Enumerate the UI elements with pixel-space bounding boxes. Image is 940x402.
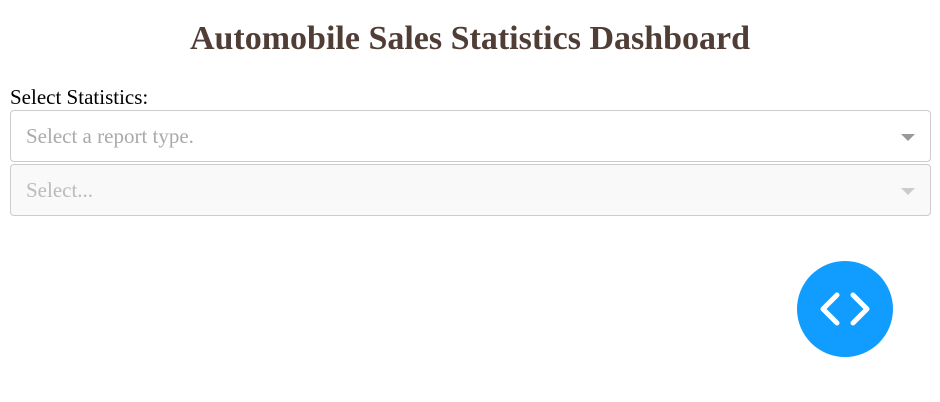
- devtools-toggle-button[interactable]: [797, 261, 893, 357]
- chevron-down-icon[interactable]: [901, 134, 915, 141]
- chevron-down-icon[interactable]: [901, 188, 915, 195]
- report-type-placeholder: Select a report type.: [26, 124, 194, 148]
- select-statistics-label: Select Statistics:: [10, 85, 149, 109]
- code-brackets-icon: [820, 292, 870, 326]
- year-dropdown[interactable]: Select...: [10, 164, 931, 216]
- dashboard-page: Automobile Sales Statistics Dashboard Se…: [0, 0, 940, 402]
- page-title: Automobile Sales Statistics Dashboard: [189, 20, 751, 57]
- report-type-dropdown[interactable]: Select a report type.: [10, 110, 931, 162]
- year-placeholder: Select...: [26, 178, 94, 202]
